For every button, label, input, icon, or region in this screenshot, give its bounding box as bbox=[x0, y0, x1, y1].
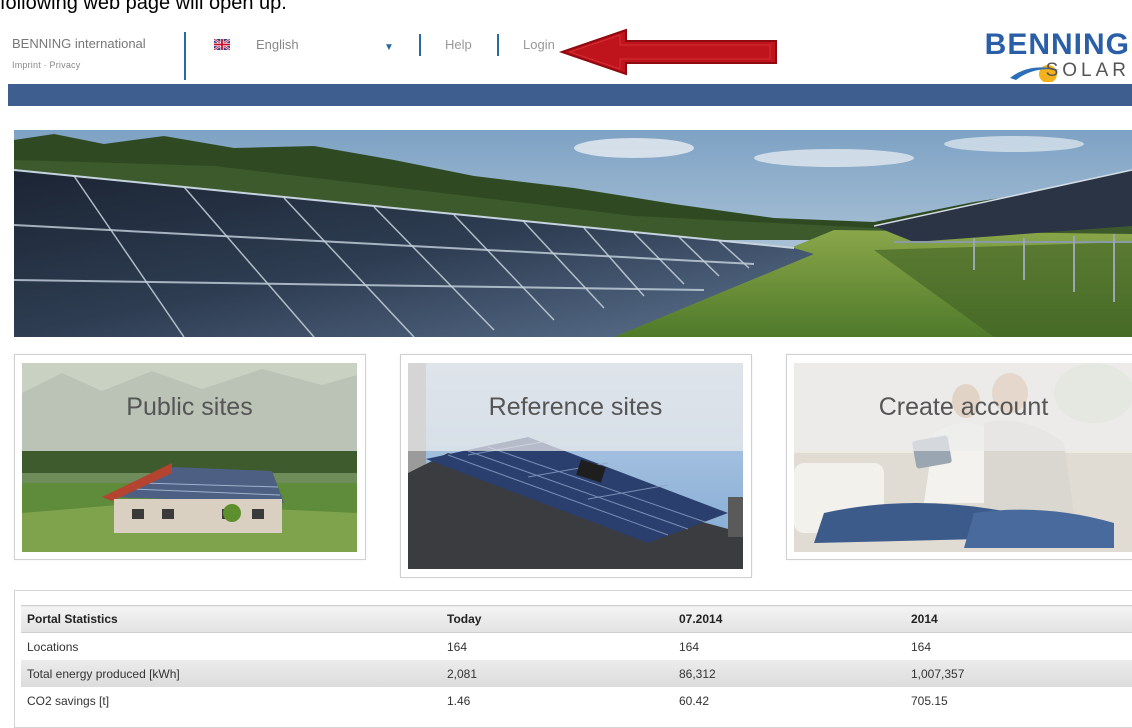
table-cell: 164 bbox=[905, 632, 1132, 660]
red-arrow-annotation-icon bbox=[558, 28, 777, 76]
navigation-bar bbox=[8, 84, 1132, 106]
table-cell: 164 bbox=[673, 632, 905, 660]
table-cell: 1.46 bbox=[441, 687, 673, 714]
language-label: English bbox=[256, 37, 299, 52]
create-account-tile[interactable]: Create account bbox=[786, 354, 1132, 560]
banner-image bbox=[14, 130, 1132, 337]
dropdown-caret-icon[interactable]: ▼ bbox=[384, 42, 394, 53]
column-header: 2014 bbox=[905, 605, 1132, 633]
site-header: BENNING international Imprint · Privacy … bbox=[0, 28, 1132, 84]
nav-divider bbox=[419, 34, 421, 56]
legal-links: Imprint · Privacy bbox=[12, 60, 146, 70]
logo-wordmark: BENNING bbox=[984, 28, 1130, 61]
table-cell: Total energy produced [kWh] bbox=[21, 660, 441, 687]
column-header: Portal Statistics bbox=[21, 605, 441, 633]
solar-field-banner bbox=[14, 130, 1132, 337]
create-account-title: Create account bbox=[794, 363, 1132, 451]
language-selector[interactable]: English ▼ bbox=[214, 37, 394, 53]
table-cell: CO2 savings [t] bbox=[21, 687, 441, 714]
instruction-caption: following web page will open up. bbox=[0, 0, 287, 14]
public-sites-tile[interactable]: Public sites bbox=[14, 354, 366, 560]
portal-statistics-table: Portal Statistics Today 07.2014 2014 Loc… bbox=[21, 605, 1132, 714]
table-cell: 86,312 bbox=[673, 660, 905, 687]
uk-flag-icon bbox=[214, 39, 230, 50]
brand-block: BENNING international Imprint · Privacy bbox=[12, 36, 146, 70]
imprint-link[interactable]: Imprint bbox=[12, 60, 41, 70]
create-account-image: Create account bbox=[794, 363, 1132, 552]
column-header: Today bbox=[441, 605, 673, 633]
privacy-link[interactable]: Privacy bbox=[50, 60, 81, 70]
table-cell: 705.15 bbox=[905, 687, 1132, 714]
table-cell: 60.42 bbox=[673, 687, 905, 714]
table-row: Total energy produced [kWh] 2,081 86,312… bbox=[21, 660, 1132, 687]
table-row: CO2 savings [t] 1.46 60.42 705.15 bbox=[21, 687, 1132, 714]
header-divider bbox=[184, 32, 186, 80]
logo-subtitle: SOLAR bbox=[1045, 60, 1130, 81]
benning-solar-logo[interactable]: BENNING SOLAR bbox=[960, 28, 1132, 84]
table-cell: Locations bbox=[21, 632, 441, 660]
help-link[interactable]: Help bbox=[445, 37, 472, 52]
portal-statistics-panel: Portal Statistics Today 07.2014 2014 Loc… bbox=[14, 590, 1132, 728]
reference-sites-tile[interactable]: Reference sites bbox=[400, 354, 752, 578]
table-header-row: Portal Statistics Today 07.2014 2014 bbox=[21, 605, 1132, 633]
public-sites-image: Public sites bbox=[22, 363, 357, 552]
reference-sites-title: Reference sites bbox=[408, 363, 743, 451]
brand-name-link[interactable]: BENNING international bbox=[12, 36, 146, 51]
reference-sites-image: Reference sites bbox=[408, 363, 743, 569]
table-cell: 2,081 bbox=[441, 660, 673, 687]
nav-divider bbox=[497, 34, 499, 56]
table-cell: 164 bbox=[441, 632, 673, 660]
table-cell: 1,007,357 bbox=[905, 660, 1132, 687]
table-row: Locations 164 164 164 bbox=[21, 632, 1132, 660]
login-link[interactable]: Login bbox=[523, 37, 555, 52]
column-header: 07.2014 bbox=[673, 605, 905, 633]
link-separator: · bbox=[43, 60, 47, 70]
public-sites-title: Public sites bbox=[22, 363, 357, 451]
